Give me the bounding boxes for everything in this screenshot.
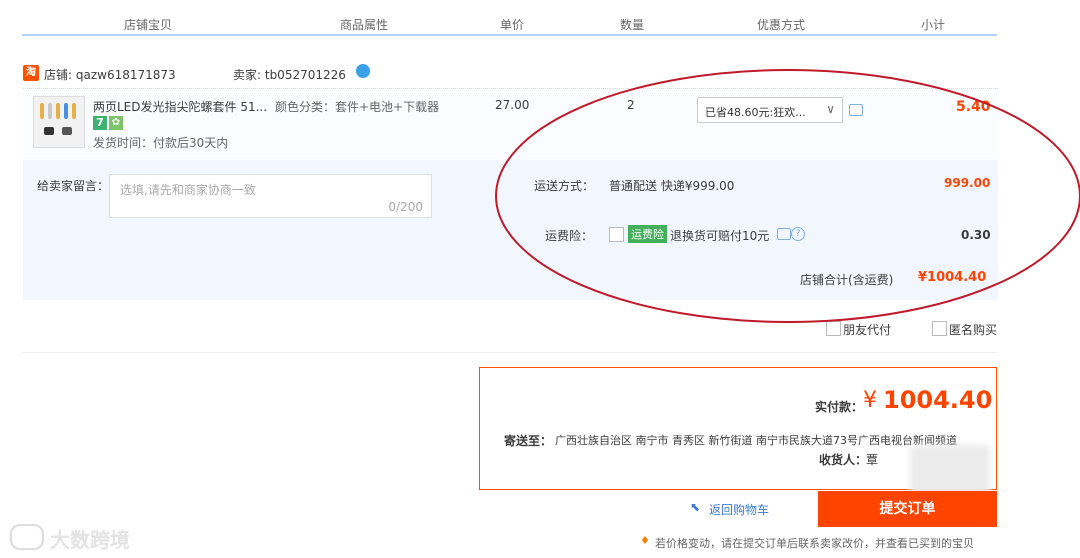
ship-time: 发货时间：付款后30天内: [93, 136, 229, 150]
delivery-method[interactable]: 普通配送 快递¥999.00: [609, 177, 734, 194]
seller-name-link[interactable]: 卖家: tb052701226: [233, 66, 346, 83]
shop-total-label: 店铺合计(含运费): [800, 273, 894, 287]
insurance-chat-icon[interactable]: [777, 228, 791, 240]
col-price-header: 单价: [500, 18, 525, 32]
item-subtotal: 5.40: [956, 99, 991, 115]
watermark-text: 大数跨境: [50, 528, 130, 552]
message-label: 给卖家留言：: [37, 179, 110, 193]
help-icon[interactable]: ?: [791, 227, 805, 241]
currency-symbol: ¥: [863, 388, 877, 413]
col-item-header: 店铺宝贝: [124, 18, 173, 32]
submit-order-button[interactable]: 提交订单: [818, 491, 997, 527]
section-divider: [22, 352, 997, 353]
col-attr-header: 商品属性: [340, 18, 389, 32]
receiver-name: 覃: [866, 453, 879, 467]
insurance-label: 运费险：: [545, 229, 594, 243]
product-title-link[interactable]: 两页LED发光指尖陀螺套件 51...: [93, 98, 267, 115]
taobao-shop-icon: 淘: [23, 65, 39, 81]
col-subtotal-header: 小计: [921, 18, 946, 32]
actual-pay-amount: 1004.40: [883, 386, 993, 414]
message-placeholder: 选填,请先和商家协商一致: [120, 183, 256, 197]
insurance-tag: 运费险: [628, 225, 667, 243]
privacy-blur: [910, 445, 990, 495]
message-counter: 0/200: [388, 200, 423, 214]
col-promo-header: 优惠方式: [757, 18, 806, 32]
watermark-logo-icon: [10, 524, 44, 550]
actual-pay-label: 实付款：: [815, 400, 864, 414]
promo-chat-icon[interactable]: [849, 104, 863, 116]
anonymous-label: 匿名购买: [949, 323, 998, 337]
friend-pay-label: 朋友代付: [843, 323, 892, 337]
promo-select-value: 已省48.60元:狂欢...: [705, 106, 806, 119]
address-label: 寄送至：: [504, 434, 553, 448]
delivery-label: 运送方式：: [534, 179, 595, 193]
price-notice: 若价格变动，请在提交订单后联系卖家改价，并查看已买到的宝贝: [655, 537, 974, 550]
product-color-attr: 颜色分类：套件+电池+下载器: [275, 100, 440, 114]
back-arrow-icon: ⬉: [690, 500, 701, 514]
quantity: 2: [627, 98, 635, 112]
friend-pay-checkbox[interactable]: [826, 321, 841, 336]
seller-message-input[interactable]: 选填,请先和商家协商一致 0/200: [109, 174, 432, 218]
promo-select[interactable]: 已省48.60元:狂欢... ∨: [697, 97, 843, 123]
shop-total: ¥1004.40: [918, 270, 987, 285]
warning-icon: ♦: [640, 534, 650, 547]
delivery-fee: 999.00: [944, 176, 991, 190]
chevron-down-icon: ∨: [826, 102, 835, 116]
wangwang-chat-icon[interactable]: [356, 64, 370, 78]
insurance-desc: 退换货可赔付10元: [670, 229, 770, 243]
shipping-address: 广西壮族自治区 南宁市 青秀区 新竹街道 南宁市民族大道73号广西电视台新闻频道: [555, 434, 957, 447]
insurance-fee: 0.30: [961, 228, 991, 242]
leaf-badge-icon: ✿: [109, 116, 123, 130]
seven-day-return-icon: 7: [93, 116, 107, 130]
back-to-cart-link[interactable]: 返回购物车: [709, 501, 769, 518]
product-thumbnail[interactable]: [33, 96, 85, 148]
shop-name-link[interactable]: 店铺: qazw618171873: [44, 66, 176, 83]
header-divider: [22, 34, 997, 36]
col-qty-header: 数量: [620, 18, 645, 32]
anonymous-checkbox[interactable]: [932, 321, 947, 336]
insurance-checkbox[interactable]: [609, 227, 624, 242]
receiver-label: 收货人：: [819, 453, 868, 467]
unit-price: 27.00: [495, 98, 530, 112]
